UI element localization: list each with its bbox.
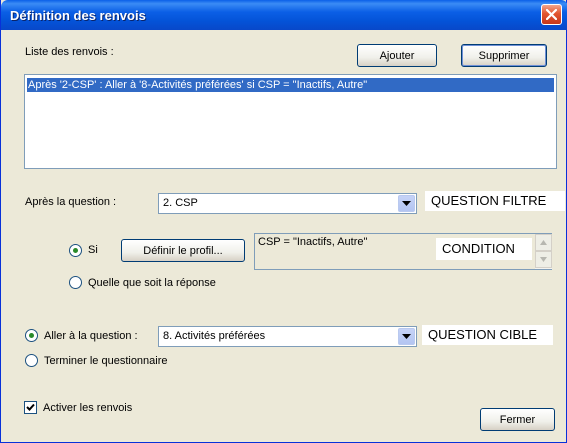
condition-si-label: Si (88, 244, 98, 256)
end-survey-radio[interactable] (25, 354, 38, 367)
scroll-down-icon (540, 257, 547, 262)
close-icon (546, 9, 557, 20)
target-tag: QUESTION CIBLE (422, 325, 553, 345)
enable-jumps-checkbox[interactable] (24, 401, 37, 414)
enable-jumps-label: Activer les renvois (43, 402, 133, 414)
title-bar[interactable]: Définition des renvois (1, 0, 567, 30)
filter-tag: QUESTION FILTRE (425, 191, 565, 211)
close-dialog-button[interactable]: Fermer (480, 408, 555, 431)
condition-tag: CONDITION (436, 238, 532, 260)
any-answer-radio[interactable] (69, 276, 82, 289)
condition-si-radio[interactable] (69, 244, 82, 257)
check-icon (26, 403, 35, 411)
scroll-up-icon (540, 240, 547, 245)
goto-question-radio[interactable] (25, 329, 38, 342)
scroll-up-button[interactable] (535, 234, 552, 251)
list-item[interactable]: Après '2-CSP' : Aller à '8-Activités pré… (27, 78, 554, 92)
target-question-select[interactable]: 8. Activités préférées (158, 326, 417, 347)
chevron-down-icon (402, 200, 411, 206)
list-label: Liste des renvois : (25, 46, 114, 58)
scroll-down-button[interactable] (535, 251, 552, 268)
add-button[interactable]: Ajouter (357, 44, 437, 67)
filter-question-select[interactable]: 2. CSP (158, 193, 417, 214)
any-answer-label: Quelle que soit la réponse (88, 277, 216, 289)
window-title: Définition des renvois (10, 8, 146, 23)
target-question-value: 8. Activités préférées (163, 330, 266, 342)
filter-question-value: 2. CSP (163, 197, 198, 209)
condition-text: CSP = "Inactifs, Autre" (258, 236, 368, 248)
condition-scrollbar[interactable] (535, 234, 552, 269)
close-button[interactable] (541, 4, 562, 25)
filter-question-label: Après la question : (25, 196, 117, 208)
define-profile-button[interactable]: Définir le profil... (121, 239, 245, 262)
delete-button[interactable]: Supprimer (461, 44, 547, 67)
dialog-window: Définition des renvois Liste des renvois… (0, 0, 567, 443)
end-survey-label: Terminer le questionnaire (44, 355, 168, 367)
target-dropdown-button[interactable] (398, 328, 415, 345)
chevron-down-icon (402, 333, 411, 339)
filter-dropdown-button[interactable] (398, 195, 415, 212)
goto-question-label: Aller à la question : (44, 330, 138, 342)
jumps-listbox[interactable]: Après '2-CSP' : Aller à '8-Activités pré… (24, 74, 557, 169)
